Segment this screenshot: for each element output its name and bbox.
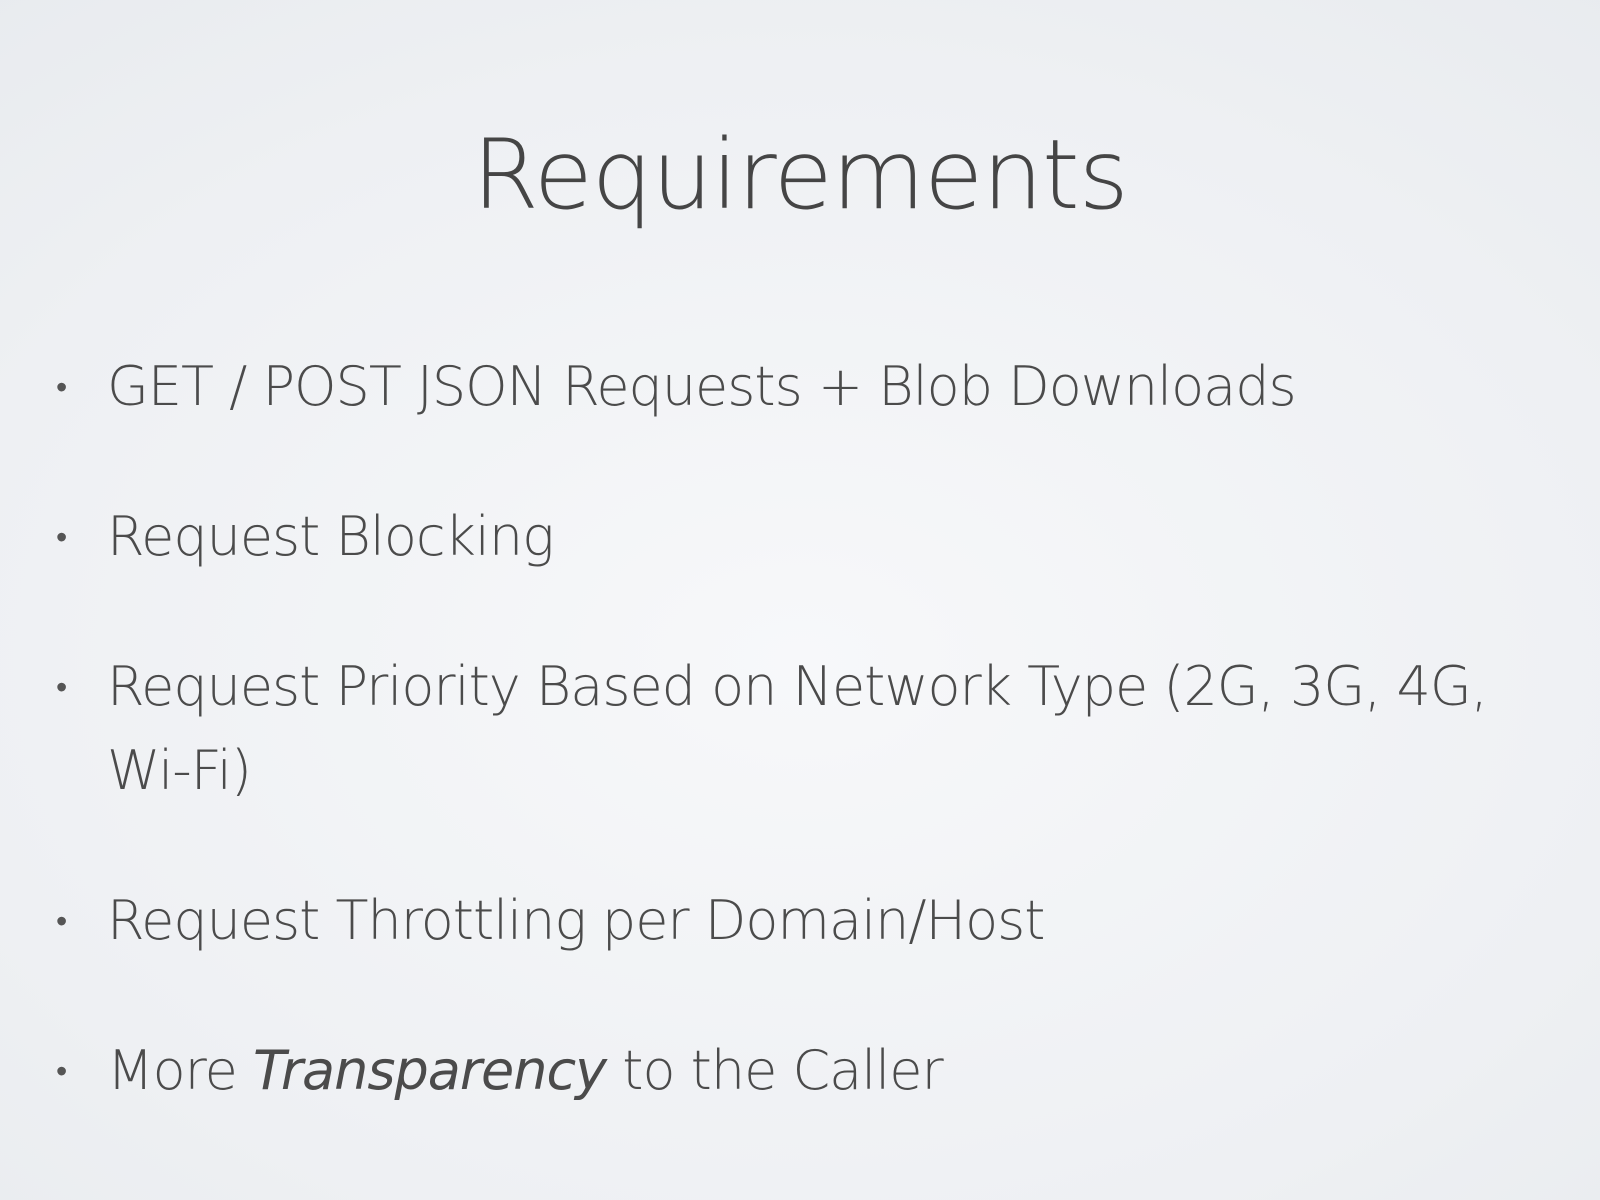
bullet-icon: • (56, 1052, 67, 1090)
bullet-text-end: to the Caller (606, 1039, 943, 1102)
bullet-text-emphasis: Transparency (253, 1039, 607, 1102)
slide-title: Requirements (472, 119, 1128, 231)
bullet-item: • GET / POST JSON Requests + Blob Downlo… (56, 345, 1556, 429)
bullet-icon: • (56, 668, 67, 706)
bullet-text: Request Throttling per Domain/Host (107, 889, 1045, 952)
bullet-text: More Transparency to the Caller (107, 1039, 944, 1102)
bullet-icon: • (56, 902, 67, 940)
bullet-item: • More Transparency to the Caller (56, 1029, 1556, 1113)
bullet-item: • Request Priority Based on Network Type… (56, 645, 1556, 813)
bullet-item: • Request Blocking (56, 495, 1556, 579)
bullet-text-start: More (107, 1039, 254, 1102)
bullet-list: • GET / POST JSON Requests + Blob Downlo… (56, 345, 1556, 1113)
slide: Requirements • GET / POST JSON Requests … (0, 0, 1600, 1200)
bullet-icon: • (56, 368, 67, 406)
bullet-text: Request Blocking (107, 505, 555, 568)
bullet-item: • Request Throttling per Domain/Host (56, 879, 1556, 963)
bullet-text: GET / POST JSON Requests + Blob Download… (107, 355, 1297, 418)
bullet-icon: • (56, 518, 67, 556)
bullet-text: Request Priority Based on Network Type (… (107, 655, 1488, 802)
